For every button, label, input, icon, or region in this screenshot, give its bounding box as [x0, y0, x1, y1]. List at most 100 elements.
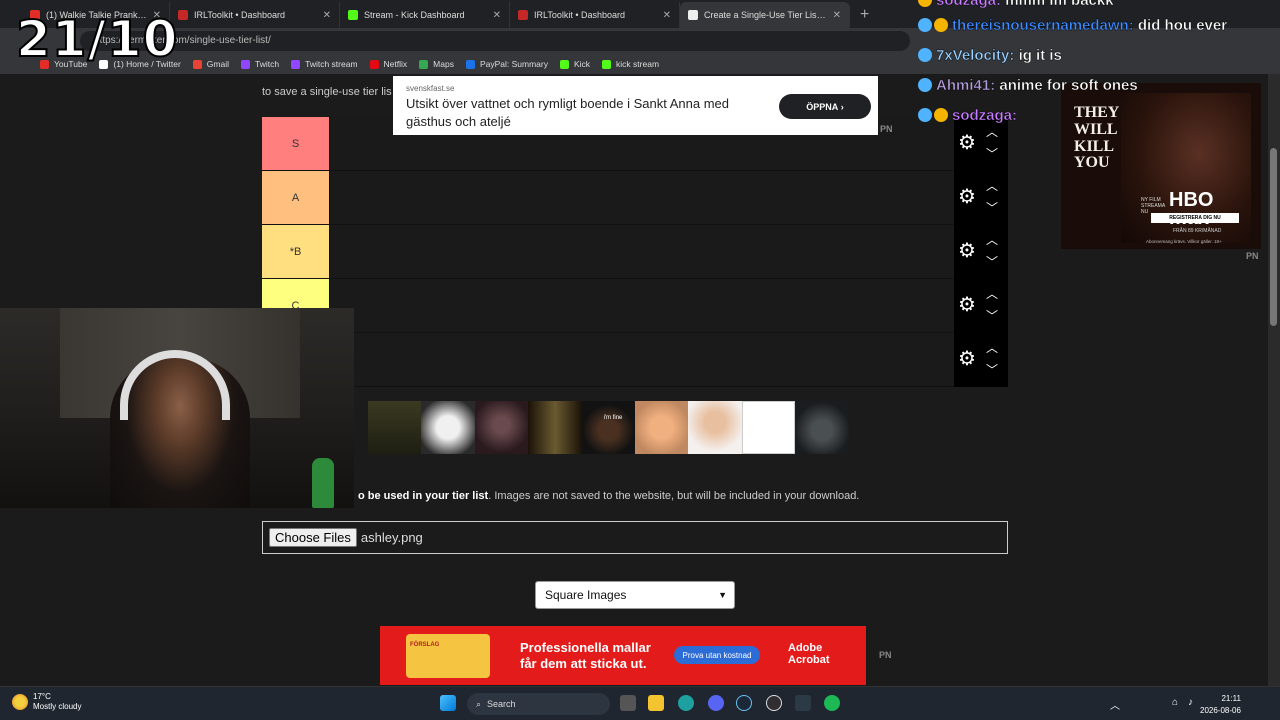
chevron-down-icon[interactable]: ﹀ — [986, 307, 998, 324]
chevron-down-icon[interactable]: ﹀ — [986, 199, 998, 216]
badge-icon — [918, 18, 932, 32]
discord-icon[interactable] — [708, 695, 724, 711]
ad-badge: PN — [1246, 251, 1259, 261]
tier-dropzone[interactable] — [329, 225, 954, 278]
close-tab-icon[interactable]: ✕ — [663, 10, 671, 21]
maps-icon — [419, 59, 429, 69]
ad-open-button[interactable]: ÖPPNA › — [779, 94, 871, 119]
gear-icon[interactable]: ⚙ — [958, 241, 976, 261]
tab-irltoolkit[interactable]: IRLToolkit • Dashboard ✕ — [170, 2, 340, 28]
badge-icon — [918, 0, 932, 7]
chevron-down-icon[interactable]: ﹀ — [986, 145, 998, 162]
ad-product-image — [406, 634, 490, 678]
tab-tiermaker[interactable]: Create a Single-Use Tier List (Priva✕ — [680, 2, 850, 28]
pool-image[interactable] — [474, 401, 529, 454]
taskbar-search[interactable]: ⌕ Search — [467, 693, 610, 715]
gear-icon[interactable]: ⚙ — [958, 187, 976, 207]
pool-image[interactable] — [634, 401, 689, 454]
search-icon: ⌕ — [476, 698, 482, 709]
ad-try-button[interactable]: Prova utan kostnad — [674, 646, 760, 664]
pool-image[interactable] — [688, 401, 742, 454]
ad-brand-logo: Adobe Acrobat — [788, 642, 830, 667]
bookmark-twitch-stream[interactable]: Twitch stream — [291, 59, 358, 69]
pool-image[interactable] — [795, 401, 849, 454]
chevron-up-icon[interactable]: ︿ — [986, 285, 998, 302]
chevron-down-icon[interactable]: ﹀ — [986, 253, 998, 270]
image-shape-select[interactable]: Square Images ▼ — [535, 581, 735, 609]
badge-icon — [934, 18, 948, 32]
bookmark-gmail[interactable]: Gmail — [192, 59, 229, 69]
edge-icon[interactable] — [678, 695, 694, 711]
twitch-icon — [241, 59, 250, 69]
bookmark-netflix[interactable]: Netflix — [369, 59, 407, 69]
bookmark-maps[interactable]: Maps — [419, 59, 454, 69]
tier-row-b: *B ⚙ ︿ ﹀ — [262, 225, 1008, 279]
bookmark-twitch[interactable]: Twitch — [241, 59, 279, 69]
kick-icon — [559, 59, 569, 69]
close-tab-icon[interactable]: ✕ — [493, 10, 501, 21]
pool-image[interactable] — [368, 401, 422, 454]
stream-counter: 21/10 — [15, 9, 179, 69]
tier-label[interactable]: *B — [262, 225, 329, 278]
gear-icon[interactable]: ⚙ — [958, 349, 976, 369]
ad-register-button[interactable]: REGISTRERA DIG NU — [1151, 213, 1239, 223]
chevron-up-icon[interactable]: ︿ — [986, 177, 998, 194]
pool-image[interactable] — [528, 401, 582, 454]
ad-text: Utsikt över vattnet och rymligt boende i… — [406, 96, 730, 129]
chevron-up-icon[interactable]: ︿ — [986, 339, 998, 356]
weather-widget[interactable]: 17°C Mostly cloudy — [12, 692, 81, 713]
tab-irltoolkit-2[interactable]: IRLToolkit • Dashboard ✕ — [510, 2, 680, 28]
chevron-up-icon[interactable]: ︿ — [986, 231, 998, 248]
chevron-down-icon[interactable]: ﹀ — [986, 361, 998, 378]
taskbar-clock[interactable]: 21:11 2026-08-06 — [1200, 693, 1241, 717]
selected-file-name: ashley.png — [360, 530, 423, 545]
top-banner-ad[interactable]: svenskfast.se Utsikt över vattnet och ry… — [393, 76, 878, 135]
app-icon[interactable] — [795, 695, 811, 711]
file-upload-field: Choose Files ashley.png — [262, 521, 1008, 554]
obs-icon[interactable] — [766, 695, 782, 711]
spotify-icon[interactable] — [824, 695, 840, 711]
bookmark-paypal[interactable]: PayPal: Summary — [465, 59, 548, 69]
file-explorer-icon[interactable] — [648, 695, 664, 711]
tier-row-5: ⚙ ︿ ﹀ — [262, 333, 1008, 387]
network-icon[interactable]: ⌂ — [1172, 697, 1178, 708]
gmail-icon — [192, 59, 202, 69]
tier-controls: ⚙ ︿ ﹀ — [954, 225, 1008, 279]
ad-price: FRÅN 89 KR/MÅNAD — [1173, 228, 1222, 234]
task-view-icon[interactable] — [620, 695, 636, 711]
steam-icon[interactable] — [736, 695, 752, 711]
url-input[interactable]: https://tiermaker.com/single-use-tier-li… — [80, 31, 910, 51]
chevron-down-icon: ▼ — [718, 590, 727, 600]
volume-icon[interactable]: ♪ — [1188, 697, 1193, 708]
tab-kick-dashboard[interactable]: Stream - Kick Dashboard ✕ — [340, 2, 510, 28]
close-tab-icon[interactable]: ✕ — [323, 10, 331, 21]
tier-label[interactable]: A — [262, 171, 329, 224]
windows-taskbar — [0, 686, 1280, 720]
badge-icon — [918, 78, 932, 92]
tier-label[interactable]: S — [262, 117, 329, 170]
ad-badge: PN — [879, 650, 892, 660]
gear-icon[interactable]: ⚙ — [958, 133, 976, 153]
bottom-banner-ad[interactable]: FÖRSLAG Professionella mallar får dem at… — [380, 626, 866, 685]
close-tab-icon[interactable]: ✕ — [833, 10, 841, 21]
chat-message: sodzaga: — [918, 107, 1017, 124]
gear-icon[interactable]: ⚙ — [958, 295, 976, 315]
tier-dropzone[interactable] — [329, 333, 954, 386]
tray-overflow-icon[interactable]: ︿ — [1110, 697, 1120, 712]
soda-bottle — [312, 458, 334, 508]
bookmark-kick-stream[interactable]: kick stream — [602, 59, 659, 69]
badge-icon — [918, 48, 932, 62]
tier-dropzone[interactable] — [329, 279, 954, 332]
pool-image[interactable] — [741, 401, 796, 454]
scrollbar-thumb[interactable] — [1270, 148, 1277, 326]
windows-start-icon[interactable] — [440, 695, 456, 711]
new-tab-button[interactable]: + — [850, 2, 879, 28]
bookmark-kick[interactable]: Kick — [559, 59, 590, 69]
pool-image[interactable] — [421, 401, 475, 454]
intro-text: to save a single-use tier lis — [262, 86, 392, 98]
upload-instructions: o be used in your tier list. Images are … — [358, 490, 860, 502]
irltoolkit-icon — [518, 10, 528, 20]
pool-image[interactable]: i'm fine — [581, 401, 635, 454]
choose-files-button[interactable]: Choose Files — [269, 528, 357, 547]
tier-dropzone[interactable] — [329, 171, 954, 224]
